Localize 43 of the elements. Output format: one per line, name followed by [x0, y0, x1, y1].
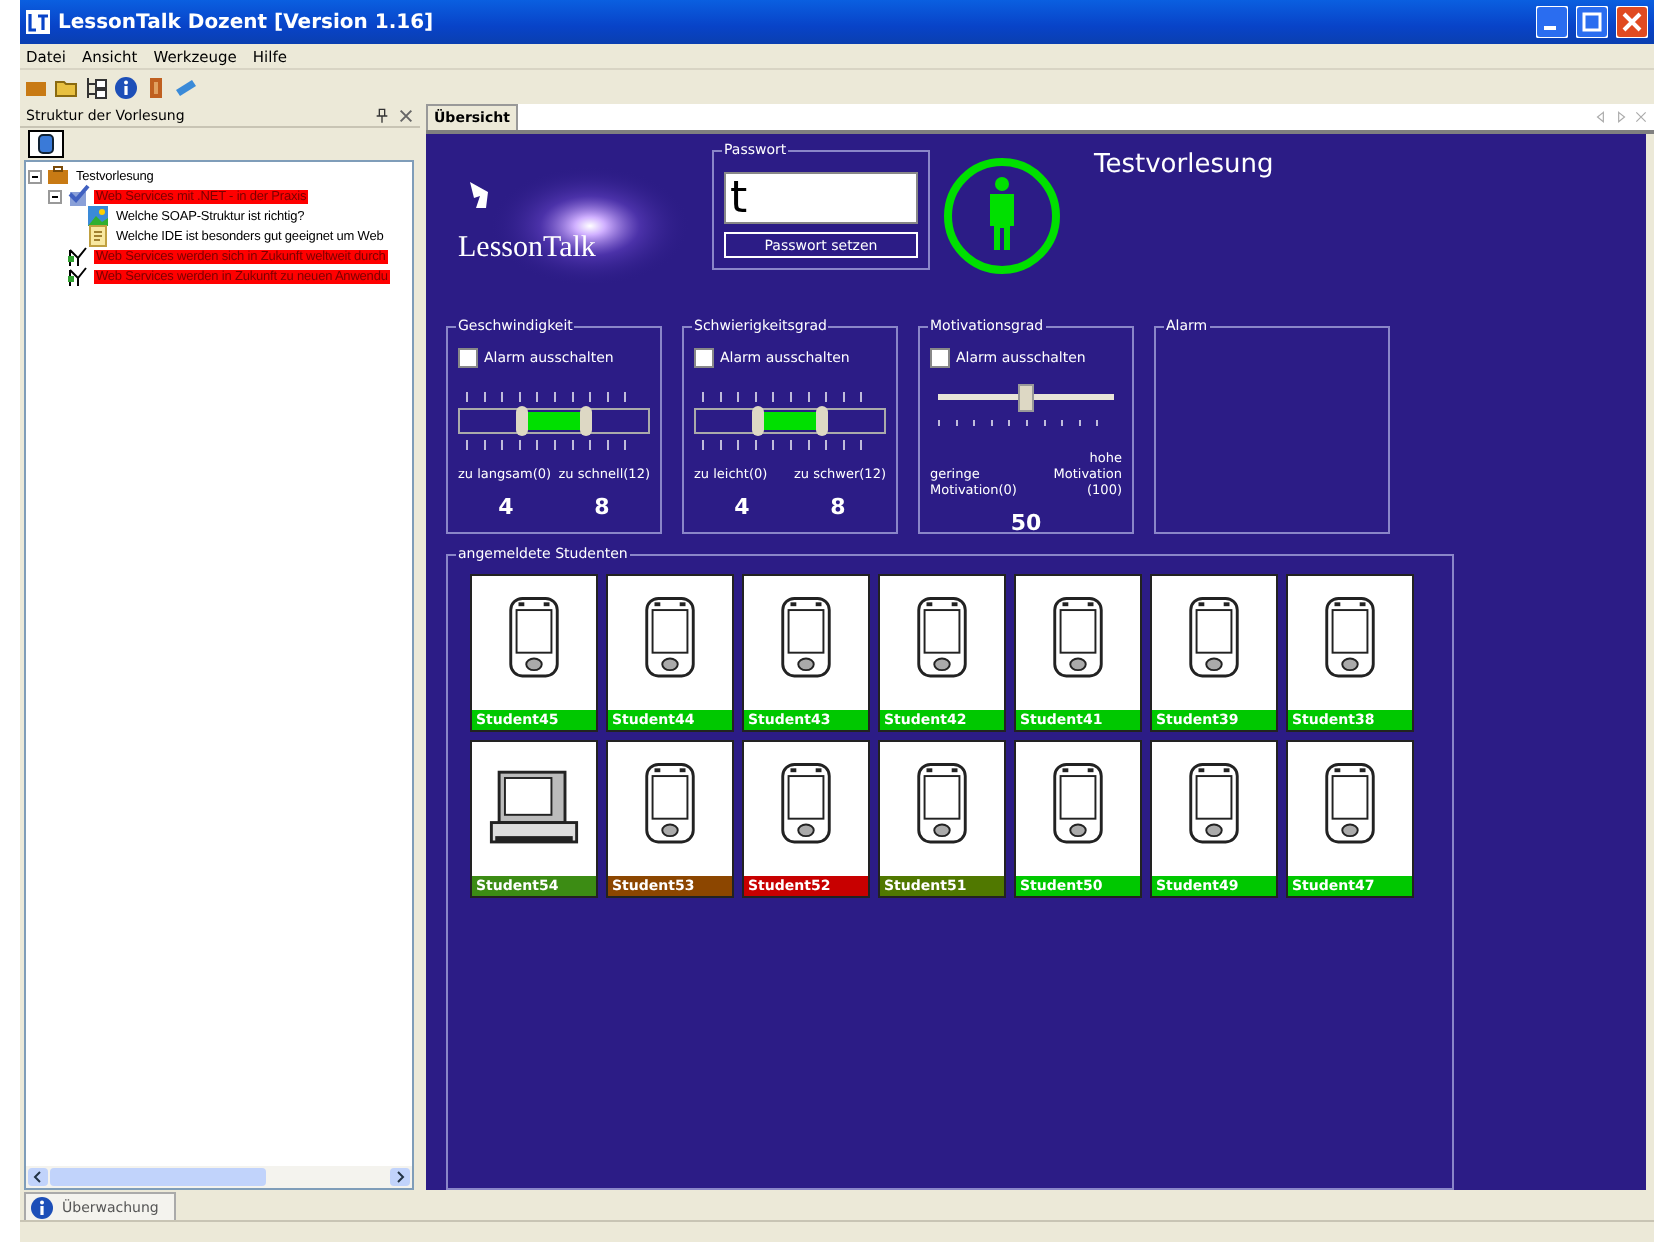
chart-icon	[66, 264, 90, 288]
slider-handle[interactable]	[751, 406, 764, 436]
image-icon	[86, 204, 110, 228]
collapse-icon[interactable]	[28, 169, 42, 183]
slider-handle[interactable]	[816, 406, 829, 436]
view-button[interactable]	[28, 130, 64, 158]
open-folder-icon[interactable]	[54, 75, 78, 99]
password-field[interactable]: t	[724, 172, 918, 224]
range-slider[interactable]	[458, 406, 650, 436]
slider-handle[interactable]	[580, 406, 593, 436]
chart-icon	[66, 244, 90, 268]
app-logo-icon	[26, 10, 50, 34]
value-text: 8	[830, 494, 846, 520]
scroll-right-button[interactable]	[390, 1168, 410, 1186]
slider[interactable]	[938, 384, 1114, 412]
briefcase-icon	[46, 164, 70, 188]
close-icon[interactable]	[398, 107, 414, 123]
lecture-title: Testvorlesung	[1094, 150, 1274, 180]
slider-handle[interactable]	[515, 406, 528, 436]
value-text: 4	[498, 494, 514, 520]
close-button[interactable]	[1616, 6, 1648, 38]
scrollbar-thumb[interactable]	[50, 1168, 266, 1186]
scroll-left-button[interactable]	[28, 1168, 48, 1186]
range-slider[interactable]	[694, 406, 886, 436]
info-icon	[30, 1195, 54, 1219]
value-text: 4	[734, 494, 750, 520]
value-text: 8	[594, 494, 610, 520]
checkmark-icon	[66, 184, 90, 208]
maximize-button[interactable]	[1576, 6, 1608, 38]
slider-thumb[interactable]	[1018, 384, 1034, 412]
info-icon	[114, 75, 138, 99]
logo: LessonTalk	[458, 231, 596, 265]
value-text: 50	[1010, 510, 1042, 536]
note-icon	[86, 224, 110, 248]
device-icon	[38, 134, 54, 154]
checkbox[interactable]	[458, 348, 478, 368]
minimize-button[interactable]	[1536, 6, 1568, 38]
collapse-icon[interactable]	[48, 189, 62, 203]
checkbox[interactable]	[930, 348, 950, 368]
checkbox[interactable]	[694, 348, 714, 368]
window-title: LessonTalk Dozent [Version 1.16]	[58, 11, 436, 33]
pin-icon[interactable]	[374, 107, 390, 123]
tree-structure-icon[interactable]	[84, 75, 108, 99]
